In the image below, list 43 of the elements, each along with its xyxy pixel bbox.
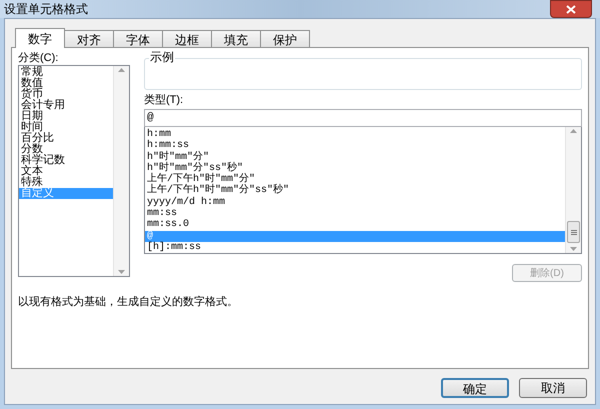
- window-title: 设置单元格格式: [4, 1, 88, 18]
- format-item[interactable]: [h]:mm:ss: [145, 242, 565, 254]
- category-item[interactable]: 科学记数: [19, 155, 113, 166]
- category-item[interactable]: 特殊: [19, 177, 113, 188]
- tab[interactable]: 填充: [211, 30, 261, 47]
- format-item[interactable]: h:mm:ss: [145, 140, 565, 152]
- dialog-button[interactable]: 取消: [519, 378, 587, 398]
- scrollbar[interactable]: [113, 66, 129, 276]
- category-item[interactable]: 百分比: [19, 133, 113, 144]
- type-input[interactable]: @: [144, 109, 582, 127]
- type-list[interactable]: h:mm h:mm:ss h"时"mm"分" h"时"mm"分"ss"秒" 上午/下午h"时"mm"分" 上午/下午h"时"mm"分"ss"秒" yyyy/m/d h:mm mm:ss mm:ss.0 @ [h]:mm:ss: [144, 127, 582, 254]
- close-button[interactable]: [550, 0, 592, 18]
- scroll-down-icon[interactable]: [570, 247, 577, 251]
- scroll-up-icon[interactable]: [118, 68, 125, 72]
- tab[interactable]: 数字: [15, 28, 65, 48]
- format-item[interactable]: h:mm: [145, 129, 565, 140]
- category-item[interactable]: 会计专用: [19, 100, 113, 111]
- scroll-up-icon[interactable]: [570, 129, 577, 133]
- category-item[interactable]: 分数: [19, 144, 113, 155]
- scrollbar[interactable]: [565, 127, 581, 253]
- format-item[interactable]: mm:ss.0: [145, 219, 565, 231]
- category-item[interactable]: 文本: [19, 166, 113, 177]
- tab[interactable]: 字体: [113, 30, 163, 47]
- category-item[interactable]: 常规: [19, 67, 113, 78]
- category-item[interactable]: 日期: [19, 111, 113, 122]
- format-item[interactable]: yyyy/m/d h:mm: [145, 196, 565, 208]
- category-item[interactable]: 数值: [19, 78, 113, 89]
- category-item[interactable]: 时间: [19, 122, 113, 133]
- format-item[interactable]: h"时"mm"分": [145, 152, 565, 163]
- format-item[interactable]: mm:ss: [145, 208, 565, 220]
- tab[interactable]: 对齐: [64, 30, 114, 47]
- close-icon: [566, 4, 576, 14]
- tab[interactable]: 保护: [260, 30, 310, 47]
- format-item[interactable]: 上午/下午h"时"mm"分"ss"秒": [145, 185, 565, 197]
- sample-label: 示例: [149, 50, 175, 64]
- description-text: 以现有格式为基础，生成自定义的数字格式。: [18, 294, 239, 310]
- category-item[interactable]: 货币: [19, 89, 113, 100]
- scroll-down-icon[interactable]: [118, 270, 125, 274]
- category-label: 分类(C):: [18, 51, 60, 65]
- scroll-thumb[interactable]: [567, 221, 580, 243]
- dialog-button[interactable]: 确定: [441, 378, 509, 398]
- type-label: 类型(T):: [144, 93, 184, 107]
- tab[interactable]: 边框: [162, 30, 212, 47]
